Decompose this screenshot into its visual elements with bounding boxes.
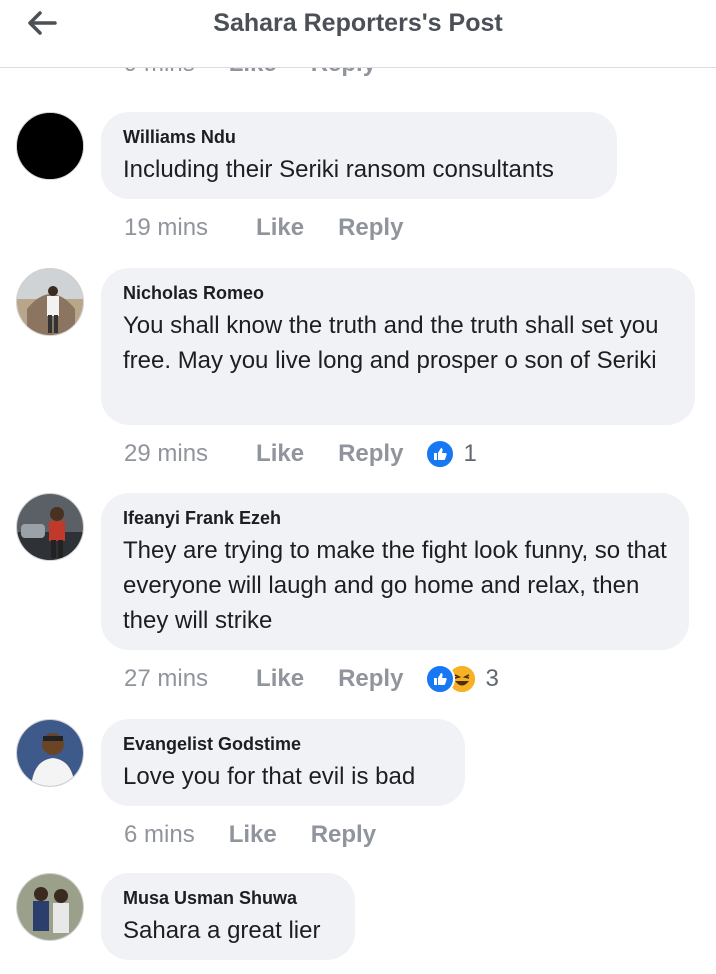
comment-time: 6 mins bbox=[124, 821, 195, 848]
like-button[interactable]: Like bbox=[229, 821, 277, 849]
comment-text: Sahara a great lier bbox=[123, 917, 321, 944]
like-button[interactable]: Like bbox=[256, 665, 304, 693]
page-title: Sahara Reporters's Post bbox=[213, 9, 503, 37]
comment-actions: 6 mins Like Reply bbox=[124, 818, 410, 852]
avatar[interactable] bbox=[16, 873, 84, 941]
comment-text: You shall know the truth and the truth s… bbox=[123, 312, 659, 374]
comment-text: They are trying to make the fight look f… bbox=[123, 537, 667, 634]
comment-author[interactable]: Nicholas Romeo bbox=[123, 282, 673, 304]
top-bar: Sahara Reporters's Post bbox=[0, 0, 716, 68]
comment-bubble: Evangelist Godstime Love you for that ev… bbox=[101, 719, 465, 806]
comment-text: Including their Seriki ransom consultant… bbox=[123, 156, 554, 183]
comment-bubble: Musa Usman Shuwa Sahara a great lier bbox=[101, 873, 355, 960]
comment-text: Love you for that evil is bad bbox=[123, 763, 416, 790]
reply-button[interactable]: Reply bbox=[311, 821, 376, 849]
like-button[interactable]: Like bbox=[256, 214, 304, 242]
comment-bubble: Williams Ndu Including their Seriki rans… bbox=[101, 112, 617, 199]
reaction-summary[interactable]: 3 bbox=[425, 664, 499, 694]
comment-author[interactable]: Evangelist Godstime bbox=[123, 733, 443, 755]
avatar[interactable] bbox=[16, 493, 84, 561]
comment-author[interactable]: Musa Usman Shuwa bbox=[123, 887, 333, 909]
reply-button[interactable]: Reply bbox=[338, 214, 403, 242]
reaction-count: 1 bbox=[463, 440, 477, 467]
avatar[interactable] bbox=[16, 112, 84, 180]
avatar[interactable] bbox=[16, 719, 84, 787]
comment-bubble: Ifeanyi Frank Ezeh They are trying to ma… bbox=[101, 493, 689, 650]
reply-button[interactable]: Reply bbox=[338, 440, 403, 468]
comment-author[interactable]: Ifeanyi Frank Ezeh bbox=[123, 507, 667, 529]
comment-actions: 19 mins Like Reply bbox=[124, 211, 437, 245]
like-button[interactable]: Like bbox=[256, 440, 304, 468]
comment-actions: 29 mins Like Reply 1 bbox=[124, 437, 477, 471]
like-reaction-icon bbox=[425, 439, 456, 469]
comment-time: 29 mins bbox=[124, 440, 209, 467]
comment-actions: 27 mins Like Reply 3 bbox=[124, 662, 499, 696]
comment-time: 27 mins bbox=[124, 665, 209, 692]
comment-time: 19 mins bbox=[124, 214, 209, 241]
avatar[interactable] bbox=[16, 268, 84, 336]
comment-author[interactable]: Williams Ndu bbox=[123, 126, 595, 148]
reply-button[interactable]: Reply bbox=[338, 665, 403, 693]
reaction-count: 3 bbox=[485, 665, 499, 692]
reaction-summary[interactable]: 1 bbox=[425, 439, 477, 469]
comment-bubble: Nicholas Romeo You shall know the truth … bbox=[101, 268, 695, 425]
